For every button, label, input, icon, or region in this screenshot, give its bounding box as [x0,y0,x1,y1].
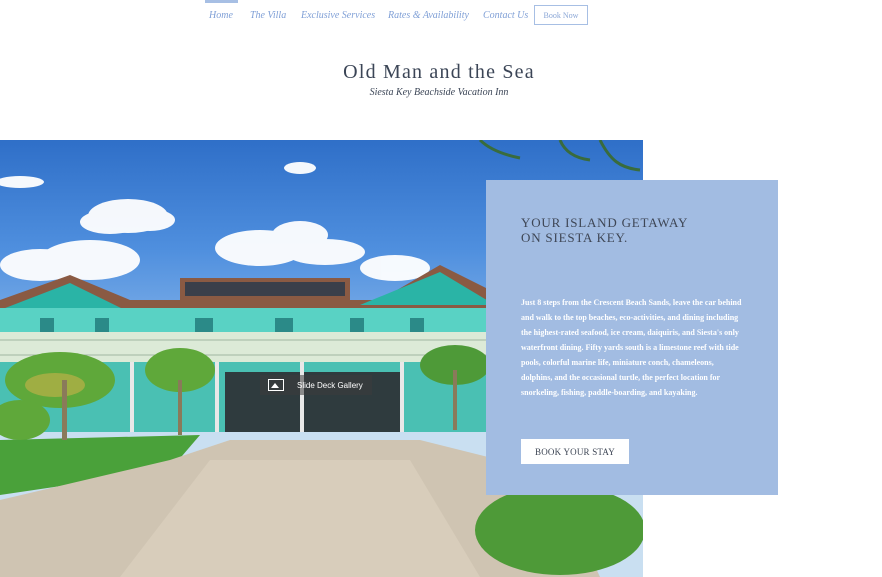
panel-heading-line1: YOUR ISLAND GETAWAY [521,215,689,230]
nav-active-indicator [205,0,238,3]
panel-heading-line2: ON SIESTA KEY. [521,230,629,245]
panel-heading: YOUR ISLAND GETAWAY ON SIESTA KEY. [521,215,751,245]
slide-deck-gallery-button[interactable]: Slide Deck Gallery [260,375,372,395]
nav-home[interactable]: Home [209,10,233,21]
book-your-stay-button[interactable]: BOOK YOUR STAY [521,439,629,464]
gallery-label: Slide Deck Gallery [297,380,363,390]
panel-description: Just 8 steps from the Crescent Beach San… [521,298,742,397]
book-now-button[interactable]: Book Now [534,5,588,25]
nav-contact-us[interactable]: Contact Us [483,10,528,21]
site-title: Old Man and the Sea [343,61,535,83]
top-nav: Home The Villa Exclusive Services Rates … [0,0,882,32]
nav-exclusive-services[interactable]: Exclusive Services [301,10,375,21]
nav-rates-availability[interactable]: Rates & Availability [388,10,469,21]
image-icon [268,379,284,391]
site-subtitle: Siesta Key Beachside Vacation Inn [369,87,509,98]
info-panel: YOUR ISLAND GETAWAY ON SIESTA KEY. Just … [486,180,778,495]
nav-the-villa[interactable]: The Villa [250,10,286,21]
